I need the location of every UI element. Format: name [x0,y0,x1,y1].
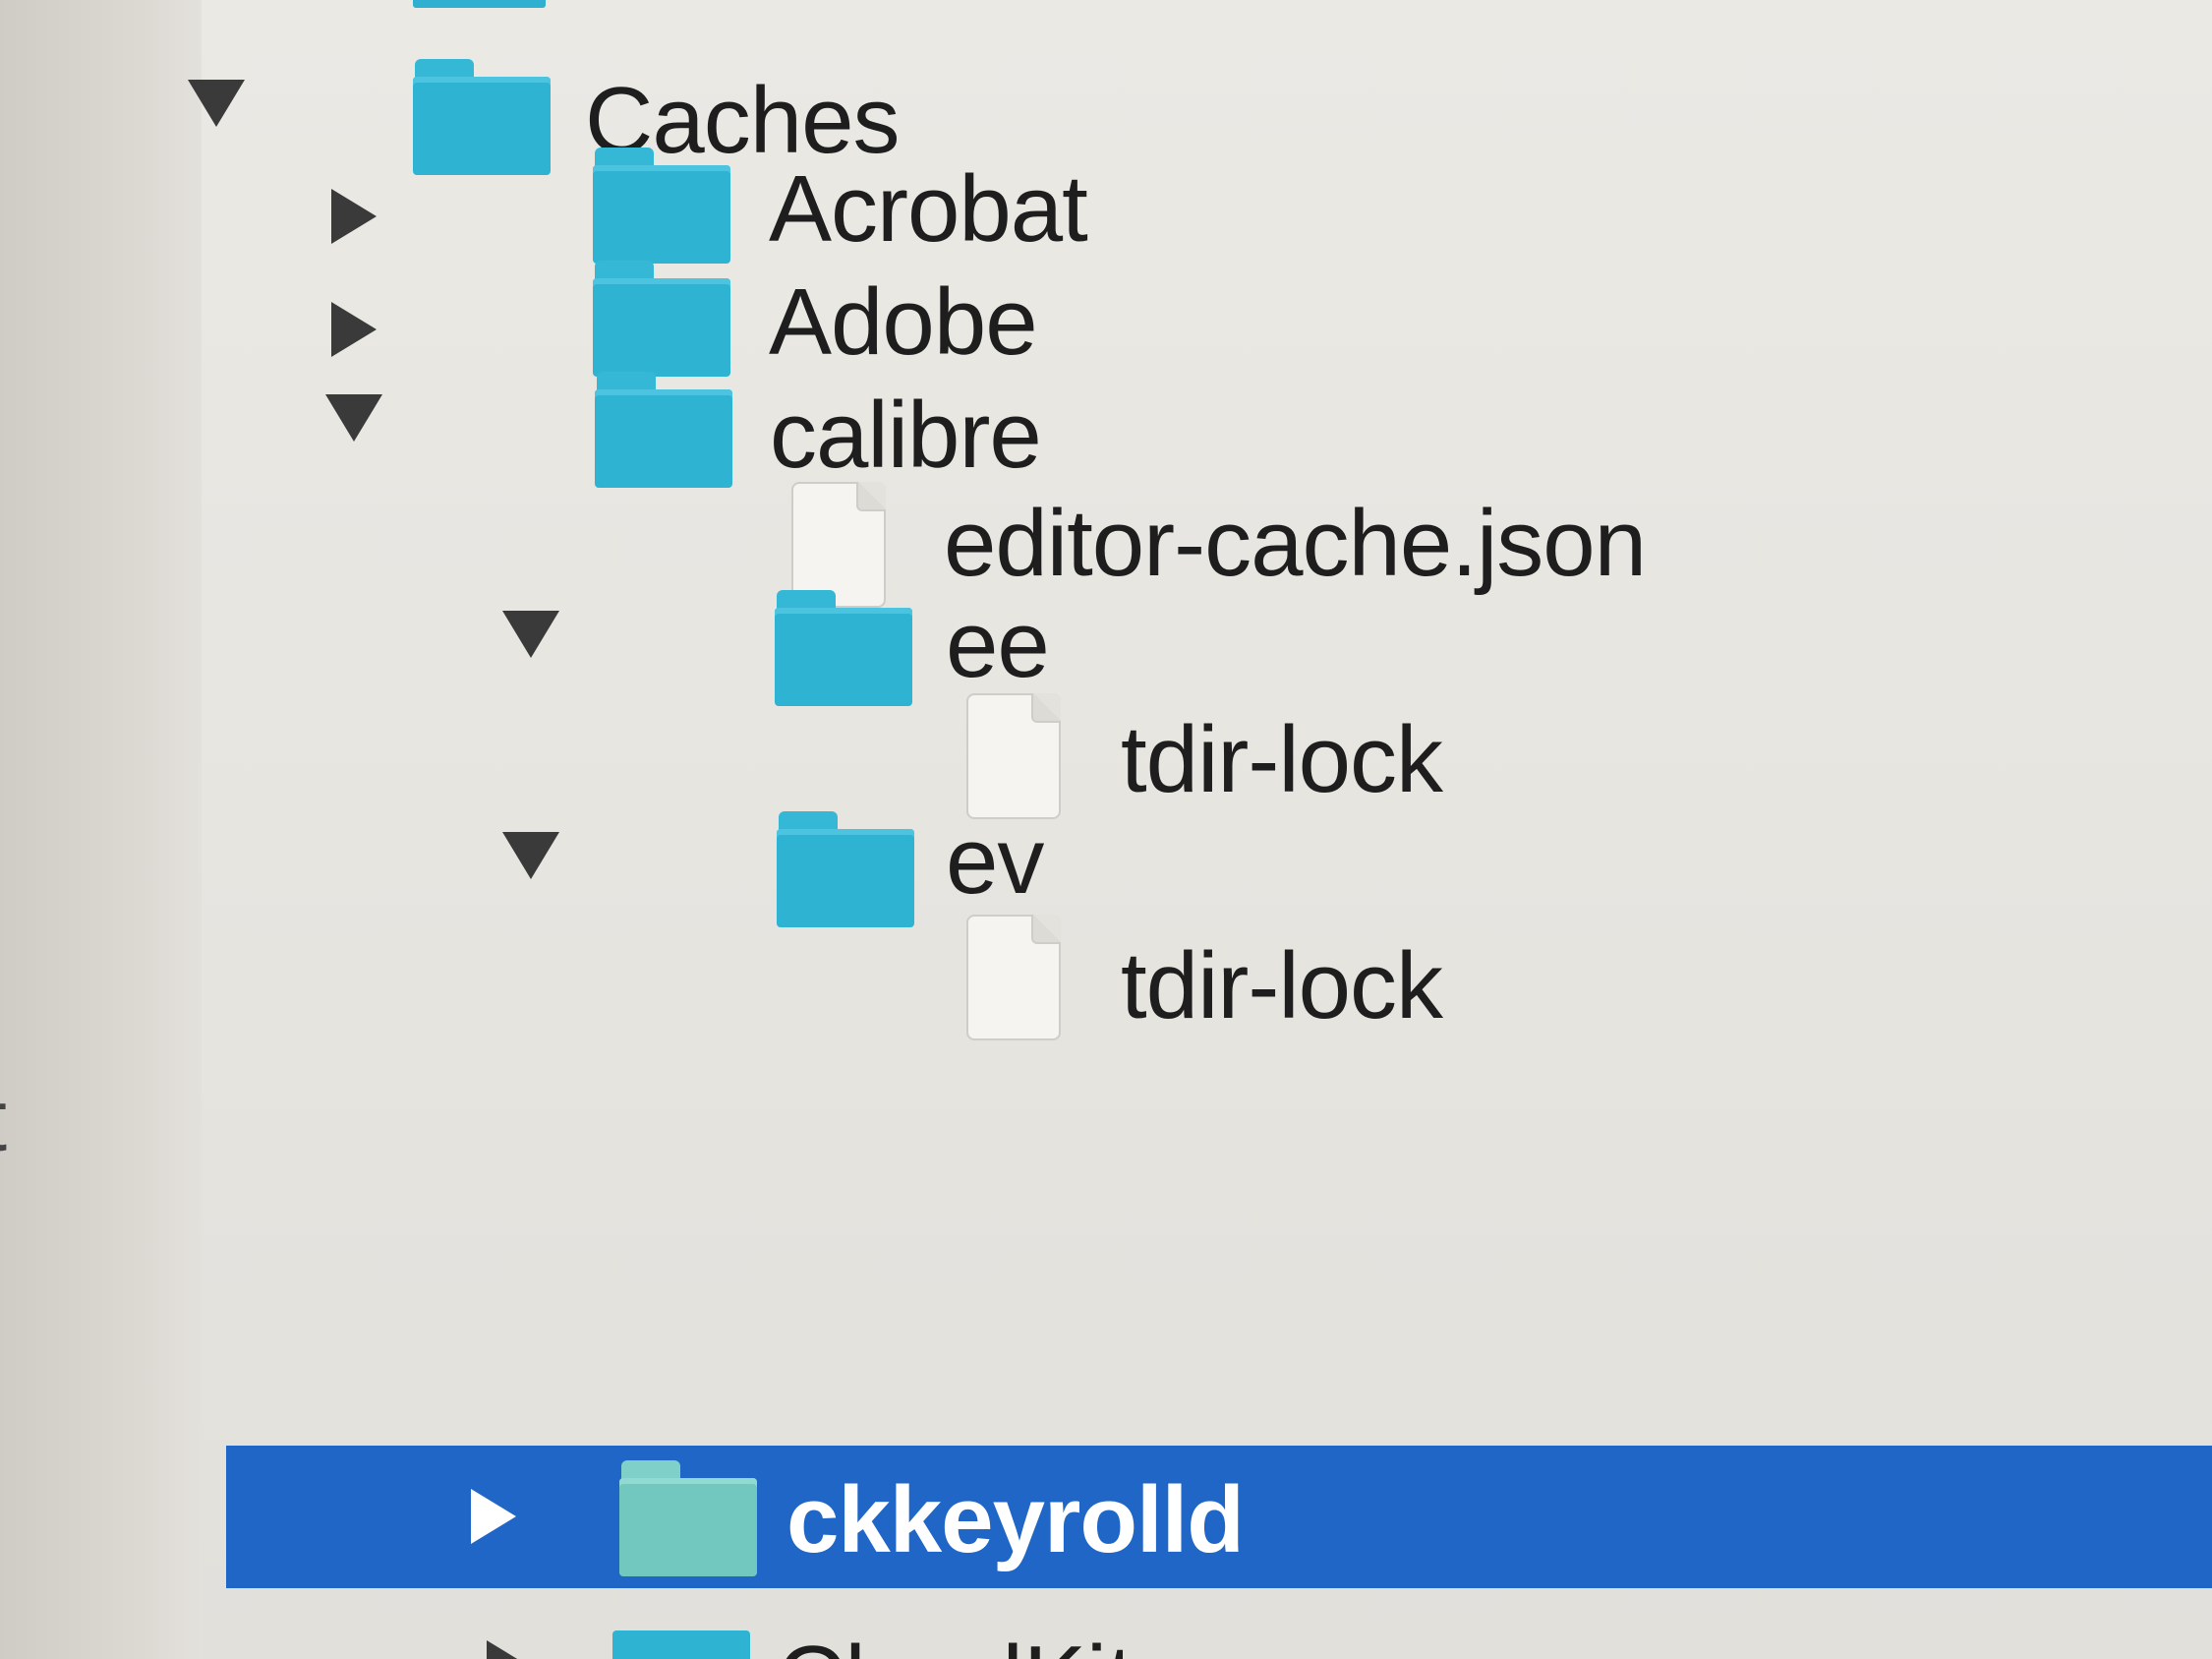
tree-row-label: editor-cache.json [944,491,1647,596]
tree-row-label: calibre [770,383,1042,488]
document-icon [791,482,886,608]
document-icon [966,915,1061,1040]
folder-icon [595,372,732,488]
left-pane-partial-text: t [0,1077,7,1165]
folder-icon [775,590,912,706]
disclosure-triangle-right-icon[interactable] [487,1640,532,1659]
tree-row-label: tdir-lock [1121,933,1443,1038]
tree-row-label: tdir-lock [1121,707,1443,812]
tree-row-label: ee [946,592,1050,697]
folder-icon [593,148,730,264]
tree-row-label: CloudKit [777,1632,1134,1659]
tree-row-label: ckkeyrolld [786,1467,1245,1572]
tree-row-label: Acrobat [769,156,1088,262]
file-tree: Caches Acrobat Adobe calibre editor-cach… [188,0,2212,1659]
disclosure-triangle-down-icon[interactable] [501,826,560,885]
tree-row-ckkeyrolld-selected[interactable]: ckkeyrolld [226,1446,2212,1588]
disclosure-triangle-down-icon[interactable] [187,74,246,133]
document-icon [966,693,1061,819]
folder-icon [777,811,914,927]
folder-icon [619,1460,757,1576]
disclosure-triangle-right-icon[interactable] [324,300,383,359]
tree-row-label: ev [946,808,1044,914]
partial-folder-icon [413,0,546,8]
tree-row-tdir-lock[interactable]: tdir-lock [202,915,2212,1072]
left-pane-edge: t [0,0,202,1659]
disclosure-triangle-right-icon[interactable] [324,187,383,246]
tree-row-partial[interactable]: CloudKit [202,1613,2212,1659]
folder-icon [612,1630,750,1659]
disclosure-triangle-down-icon[interactable] [501,605,560,664]
tree-row-label: Adobe [769,269,1038,375]
disclosure-triangle-right-icon[interactable] [464,1487,523,1546]
folder-icon [593,261,730,377]
disclosure-triangle-down-icon[interactable] [324,388,383,447]
